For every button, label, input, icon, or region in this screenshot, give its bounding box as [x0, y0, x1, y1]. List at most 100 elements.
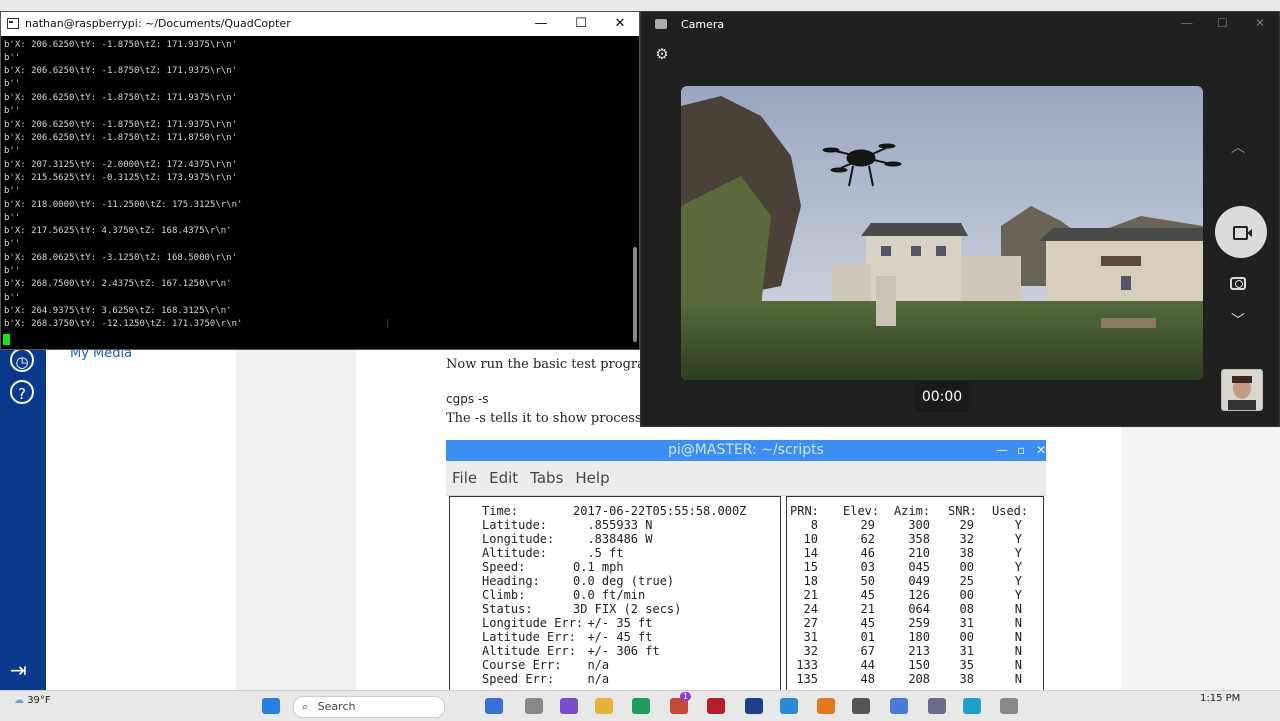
terminal-line: b'' [4, 106, 21, 116]
minimize-button[interactable]: — [521, 12, 561, 36]
article-text-line: Now run the basic test program [446, 357, 658, 372]
satellite-column-header: Used: [992, 504, 1029, 518]
terminal-window[interactable]: nathan@raspberrypi: ~/Documents/QuadCopt… [0, 11, 640, 350]
folder-icon[interactable] [595, 698, 613, 714]
satellite-cell: 46 [860, 546, 875, 560]
satellite-cell: 14 [803, 546, 818, 560]
notification-badge: 1 [680, 692, 692, 701]
gps-field-label: Longitude Err: [482, 616, 584, 630]
search-icon: ⌕ [302, 700, 309, 713]
taskbar-app-icon[interactable] [745, 698, 763, 714]
satellite-cell: N [1014, 616, 1022, 630]
satellite-cell: 62 [860, 532, 875, 546]
gps-field-value: +/- 35 ft [573, 616, 653, 630]
satellite-cell: 259 [908, 616, 930, 630]
mail-icon[interactable] [707, 698, 725, 714]
taskbar-app-icon[interactable] [1000, 698, 1018, 714]
taskbar-app-icon[interactable] [485, 698, 503, 714]
taskbar-app-icon[interactable] [560, 698, 578, 714]
terminal-icon [7, 18, 19, 29]
gps-field-label: Latitude: [482, 518, 548, 532]
satellite-cell: 210 [908, 546, 930, 560]
satellite-cell: 213 [908, 644, 930, 658]
satellite-cell: Y [1014, 560, 1022, 574]
photo-mode-button[interactable] [1230, 277, 1246, 290]
satellite-cell: 38 [959, 672, 974, 686]
last-capture-thumbnail[interactable] [1221, 369, 1263, 411]
browser-icon[interactable] [632, 698, 650, 714]
maximize-button[interactable]: ☐ [561, 12, 601, 36]
weather-widget[interactable]: ☁ 39°F [14, 695, 51, 706]
taskbar-app-icon[interactable]: 1 [670, 692, 692, 714]
chevron-up-icon[interactable]: ︿ [1231, 137, 1245, 157]
camera-app-icon [655, 19, 667, 29]
gps-field-value: .855933 N [573, 518, 653, 532]
chevron-down-icon[interactable]: ﹀ [1231, 310, 1245, 330]
terminal-line: b'' [4, 146, 21, 156]
terminal-line: b'X: 268.7500\tY: 2.4375\tZ: 167.1250\r\… [4, 279, 232, 289]
taskbar: ☁ 39°F ⌕ Search 1 1:15 PM [0, 690, 1280, 721]
settings-icon[interactable] [890, 698, 908, 714]
gps-field-label: Status: [482, 602, 533, 616]
gps-field-label: Altitude Err: [482, 644, 576, 658]
terminal-line: b'' [4, 293, 21, 303]
video-icon [1233, 226, 1252, 240]
gps-window-title: pi@MASTER: ~/scripts [668, 442, 824, 458]
satellite-cell: 08 [959, 602, 974, 616]
gps-field-value: .5 ft [573, 546, 624, 560]
taskbar-app-icon[interactable] [963, 698, 981, 714]
satellite-cell: 01 [860, 630, 875, 644]
taskbar-app-icon[interactable] [817, 698, 835, 714]
camera-window[interactable]: Camera — ☐ ✕ ⚙ 00:00 ︿ ﹀ [640, 11, 1280, 427]
terminal-output[interactable]: b'X: 206.6250\tY: -1.8750\tZ: 171.9375\r… [1, 36, 626, 349]
satellite-cell: 29 [959, 518, 974, 532]
satellite-column-header: SNR: [948, 504, 977, 518]
terminal-scrollbar[interactable] [633, 247, 637, 342]
satellite-cell: 24 [803, 602, 818, 616]
satellite-cell: 10 [803, 532, 818, 546]
system-clock[interactable]: 1:15 PM [1200, 693, 1240, 704]
terminal-line: b'X: 215.5625\tY: -0.3125\tZ: 173.9375\r… [4, 173, 237, 183]
gps-field-value: +/- 45 ft [573, 630, 653, 644]
taskbar-search[interactable]: ⌕ Search [293, 696, 445, 718]
terminal-line: b'' [4, 266, 21, 276]
terminal-line: b'X: 217.5625\tY: 4.3750\tZ: 168.4375\r\… [4, 226, 232, 236]
close-button[interactable]: ✕ [1255, 16, 1265, 30]
expand-nav-icon[interactable]: ⇥ [10, 658, 27, 682]
camera-app-taskbar-icon[interactable] [852, 698, 870, 714]
satellite-cell: 133 [796, 658, 818, 672]
page-gutter [236, 340, 357, 690]
satellite-cell: 358 [908, 532, 930, 546]
gps-menubar: File Edit Tabs Help [446, 461, 1046, 496]
terminal-taskbar-icon[interactable] [928, 698, 946, 714]
taskbar-app-icon[interactable] [525, 698, 543, 714]
history-icon[interactable]: ◷ [10, 348, 34, 372]
satellite-cell: 21 [803, 588, 818, 602]
gps-menu-item: Tabs [530, 469, 564, 487]
taskbar-app-icon[interactable] [780, 698, 798, 714]
satellite-cell: 25 [959, 574, 974, 588]
satellite-cell: 045 [908, 560, 930, 574]
gps-field-label: Longitude: [482, 532, 555, 546]
terminal-title: nathan@raspberrypi: ~/Documents/QuadCopt… [25, 17, 291, 30]
close-button[interactable]: ✕ [600, 12, 640, 36]
gps-field-value: 0.0 deg (true) [573, 574, 675, 588]
terminal-line: b'X: 264.9375\tY: 3.6250\tZ: 168.3125\r\… [4, 306, 232, 316]
satellite-cell: 45 [860, 616, 875, 630]
satellite-cell: 03 [860, 560, 875, 574]
settings-gear-icon[interactable]: ⚙ [654, 46, 670, 62]
video-record-button[interactable] [1215, 206, 1267, 258]
gps-field-value: n/a [573, 672, 610, 686]
maximize-button[interactable]: ☐ [1217, 16, 1228, 30]
gps-field-label: Altitude: [482, 546, 548, 560]
start-button[interactable] [262, 698, 280, 714]
article-code-snippet: cgps -s [446, 392, 489, 406]
help-icon[interactable]: ? [10, 380, 34, 404]
terminal-line: b'X: 207.3125\tY: -2.0000\tZ: 172.4375\r… [4, 160, 237, 170]
page-right-gutter [1121, 428, 1280, 690]
satellite-cell: 38 [959, 546, 974, 560]
gps-menu-item: Help [575, 469, 610, 487]
terminal-titlebar[interactable]: nathan@raspberrypi: ~/Documents/QuadCopt… [1, 12, 639, 36]
minimize-button[interactable]: — [1181, 16, 1193, 30]
gps-field-label: Course Err: [482, 658, 562, 672]
